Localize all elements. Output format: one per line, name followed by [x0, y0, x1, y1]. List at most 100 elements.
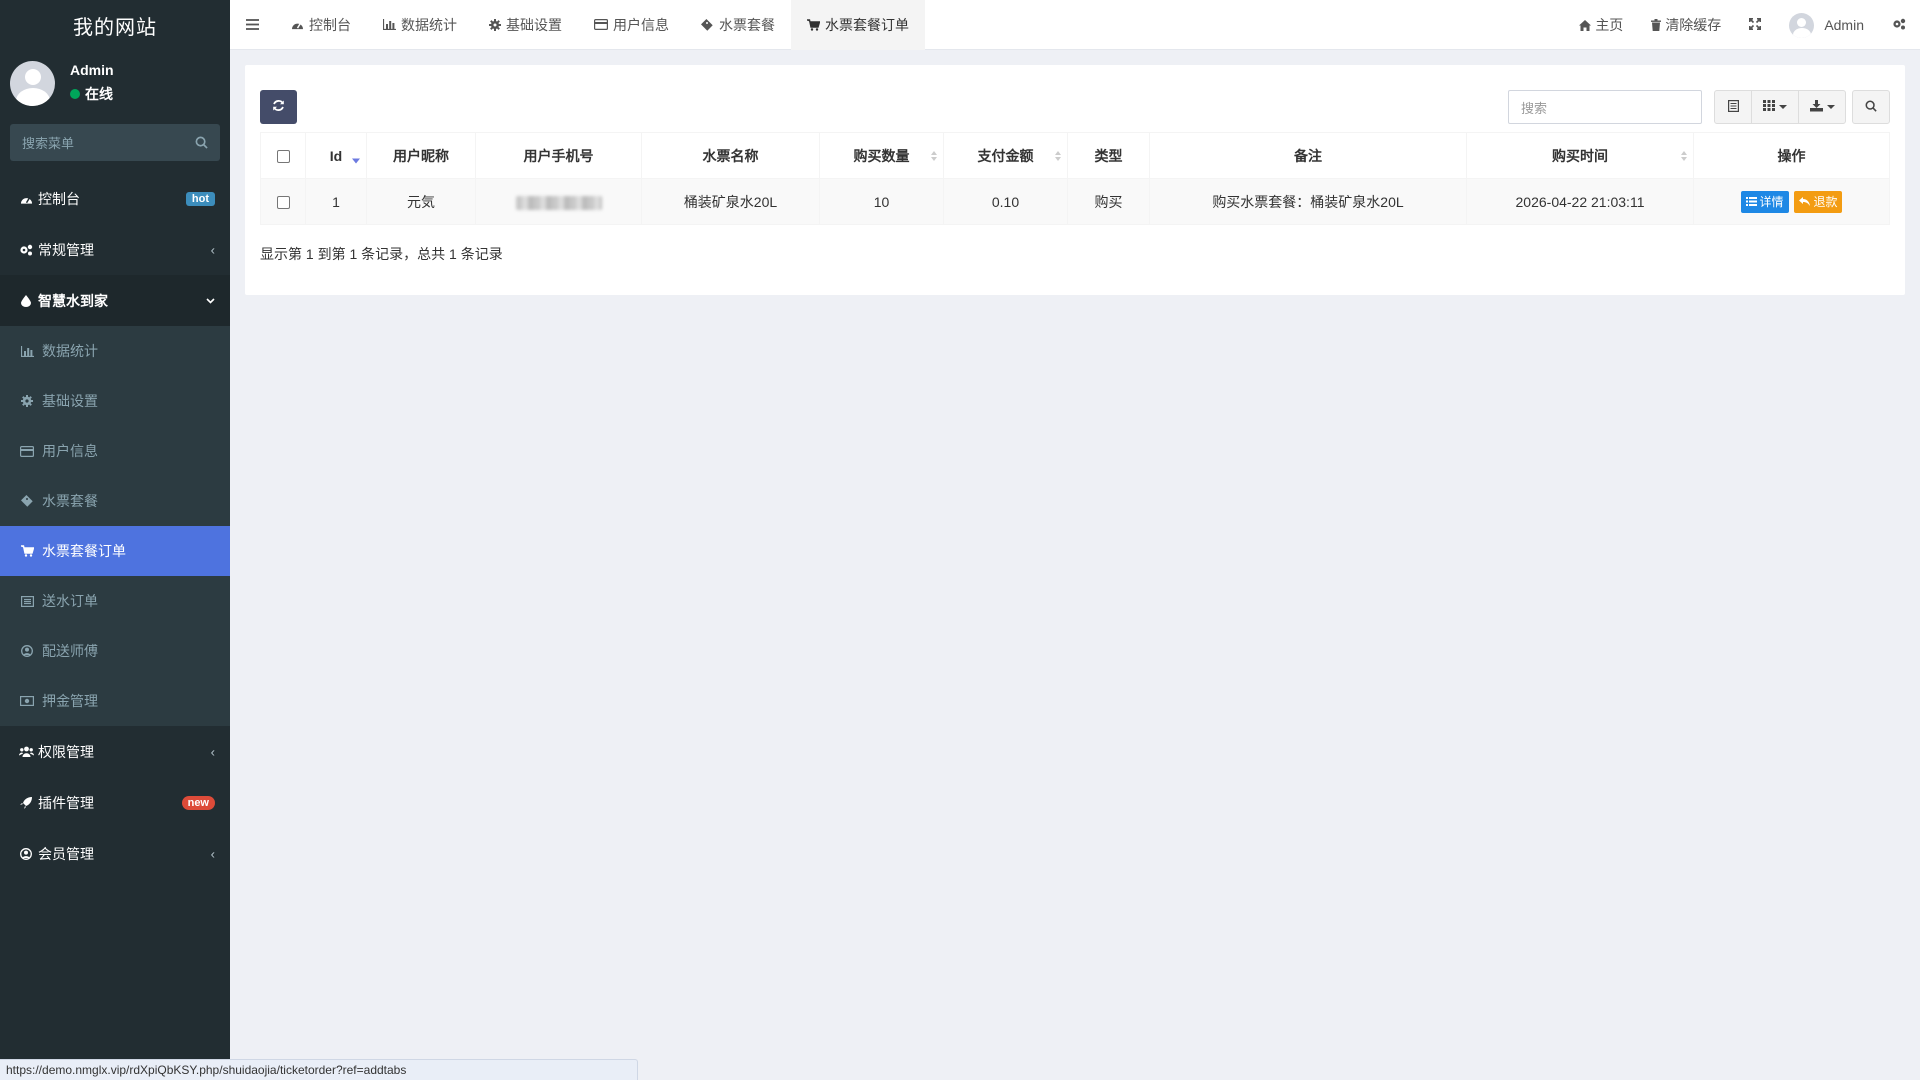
- column-header-phone: 用户手机号: [475, 132, 642, 179]
- tab-data-stats[interactable]: 数据统计: [367, 0, 473, 50]
- tab-label: 数据统计: [401, 16, 457, 33]
- tab-label: 控制台: [309, 16, 351, 33]
- chevron-left-icon: ‹: [210, 846, 215, 861]
- dashboard-icon: [291, 19, 304, 30]
- credit-card-icon: [20, 445, 34, 457]
- tab-label: 基础设置: [506, 16, 562, 33]
- select-all-checkbox[interactable]: [276, 150, 290, 164]
- grid-icon: [1763, 100, 1775, 114]
- cell-quantity: 10: [819, 178, 944, 225]
- sort-icon: [931, 150, 937, 161]
- refresh-icon: [272, 99, 285, 115]
- column-header-quantity[interactable]: 购买数量: [819, 132, 944, 179]
- tint-icon: [18, 294, 34, 307]
- search-icon[interactable]: [195, 136, 208, 149]
- online-dot-icon: [70, 89, 80, 99]
- avatar: [10, 60, 55, 106]
- sidebar-search-input[interactable]: 搜索菜单: [10, 124, 220, 161]
- column-header-amount[interactable]: 支付金额: [943, 132, 1068, 179]
- tab-label: 用户信息: [613, 16, 669, 33]
- list-icon: [1745, 197, 1757, 206]
- sidebar-toggle-icon[interactable]: [230, 0, 275, 50]
- toggle-view-button[interactable]: [1714, 90, 1752, 124]
- redacted-phone: [515, 195, 602, 210]
- row-checkbox[interactable]: [276, 196, 290, 210]
- table-search-placeholder: 搜索: [1521, 100, 1548, 116]
- refresh-button[interactable]: [260, 90, 297, 124]
- pagination-info: 显示第 1 到第 1 条记录，总共 1 条记录: [260, 246, 503, 262]
- user-circle-icon: [18, 847, 34, 860]
- user-status-label: 在线: [85, 86, 113, 102]
- column-header-label: 支付金额: [977, 147, 1034, 164]
- bar-chart-icon: [383, 19, 396, 30]
- columns-button[interactable]: [1751, 90, 1799, 124]
- content-panel: 搜索 Id 用户昵称 用户手机号 水票名称 购买数量 支付金额 类型 备注 购买…: [245, 65, 1905, 295]
- sidebar-item-water-ticket-orders[interactable]: 水票套餐订单: [0, 526, 230, 576]
- sidebar-item-members[interactable]: 会员管理 ‹: [0, 828, 230, 879]
- refund-button[interactable]: 退款: [1794, 190, 1843, 213]
- column-header-label: 购买时间: [1552, 147, 1608, 164]
- sidebar-item-deposit-management[interactable]: 押金管理: [0, 676, 230, 726]
- column-header-type: 类型: [1067, 132, 1150, 179]
- browser-status-bar: https://demo.nmglx.vip/rdXpiQbKSY.php/sh…: [0, 1059, 638, 1080]
- row-select-cell: [260, 178, 306, 225]
- sidebar-item-water-ticket-package[interactable]: 水票套餐: [0, 476, 230, 526]
- sidebar-item-plugins[interactable]: 插件管理 new: [0, 777, 230, 828]
- group-icon: [18, 746, 34, 757]
- table-search-input[interactable]: 搜索: [1508, 90, 1702, 124]
- tab-water-ticket-package[interactable]: 水票套餐: [685, 0, 791, 50]
- export-button[interactable]: [1798, 90, 1846, 124]
- home-link[interactable]: 主页: [1565, 0, 1637, 50]
- cell-phone: [475, 178, 642, 225]
- column-header-label: 类型: [1094, 147, 1123, 164]
- tab-user-info[interactable]: 用户信息: [578, 0, 685, 50]
- column-header-ticket-name: 水票名称: [641, 132, 820, 179]
- expand-icon: [1749, 17, 1762, 33]
- sidebar-item-label: 会员管理: [38, 845, 94, 862]
- new-badge: new: [181, 795, 215, 810]
- user-panel: Admin 在线: [0, 50, 230, 116]
- sidebar-item-smart-water[interactable]: 智慧水到家: [0, 275, 230, 326]
- tab-water-ticket-orders[interactable]: 水票套餐订单: [791, 0, 925, 50]
- chevron-left-icon: ‹: [210, 744, 215, 759]
- sidebar-item-general[interactable]: 常规管理 ‹: [0, 224, 230, 275]
- sidebar-item-data-stats[interactable]: 数据统计: [0, 326, 230, 376]
- clear-cache-button[interactable]: 清除缓存: [1637, 0, 1735, 50]
- cell-actions: 详情 退款: [1693, 178, 1890, 225]
- sidebar-item-dashboard[interactable]: 控制台 hot: [0, 173, 230, 224]
- search-icon: [1865, 100, 1877, 115]
- table-header-row: Id 用户昵称 用户手机号 水票名称 购买数量 支付金额 类型 备注 购买时间: [260, 132, 1890, 179]
- sidebar-item-delivery-staff[interactable]: 配送师傅: [0, 626, 230, 676]
- orders-table: Id 用户昵称 用户手机号 水票名称 购买数量 支付金额 类型 备注 购买时间: [260, 132, 1890, 225]
- status-url: https://demo.nmglx.vip/rdXpiQbKSY.php/sh…: [6, 1063, 407, 1077]
- column-header-actions: 操作: [1693, 132, 1890, 179]
- tab-basic-settings[interactable]: 基础设置: [473, 0, 578, 50]
- column-header-id[interactable]: Id: [305, 132, 367, 179]
- hot-badge: hot: [185, 191, 215, 206]
- cell-amount: 0.10: [943, 178, 1068, 225]
- sidebar-item-label: 用户信息: [42, 443, 98, 459]
- column-header-label: 备注: [1294, 147, 1322, 164]
- detail-label: 详情: [1759, 195, 1784, 209]
- sidebar-item-permissions[interactable]: 权限管理 ‹: [0, 726, 230, 777]
- sidebar-item-basic-settings[interactable]: 基础设置: [0, 376, 230, 426]
- fullscreen-button[interactable]: [1735, 0, 1775, 50]
- user-menu[interactable]: Admin: [1775, 0, 1878, 50]
- user-status: 在线: [70, 84, 114, 104]
- cogs-icon: [18, 244, 34, 256]
- user-circle-icon: [20, 645, 34, 657]
- column-header-label: Id: [329, 147, 343, 164]
- sidebar-item-label: 智慧水到家: [38, 292, 108, 309]
- caret-down-icon: [1779, 105, 1787, 109]
- column-header-purchase-time[interactable]: 购买时间: [1466, 132, 1694, 179]
- column-header-label: 水票名称: [702, 147, 759, 164]
- brand-logo[interactable]: 我的网站: [0, 0, 230, 50]
- advanced-search-button[interactable]: [1852, 90, 1890, 124]
- cell-purchase-time: 2026-04-22 21:03:11: [1466, 178, 1694, 225]
- settings-button[interactable]: [1878, 0, 1920, 50]
- sidebar-item-label: 配送师傅: [42, 643, 98, 659]
- tab-dashboard[interactable]: 控制台: [275, 0, 367, 50]
- sidebar-item-user-info[interactable]: 用户信息: [0, 426, 230, 476]
- sidebar-item-delivery-orders[interactable]: 送水订单: [0, 576, 230, 626]
- detail-button[interactable]: 详情: [1740, 190, 1789, 213]
